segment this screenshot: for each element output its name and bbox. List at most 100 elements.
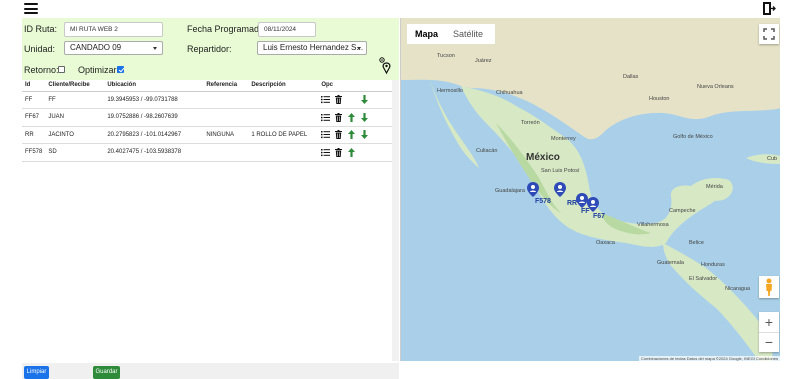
table-row[interactable]: FF67 JUAN 19.0752886 / -98.2607639: [22, 108, 392, 127]
map-terrain: [401, 18, 780, 361]
map-label-merida: Mérida: [706, 184, 723, 190]
tab-map[interactable]: Mapa: [407, 24, 445, 44]
map-label-hermosillo: Hermosillo: [437, 88, 463, 94]
map-label-guadalajara: Guadalajara: [495, 188, 525, 194]
arrow-down-icon[interactable]: [360, 95, 369, 105]
map-label-campeche: Campeche: [669, 208, 696, 214]
trash-icon[interactable]: [334, 130, 343, 140]
cell-descripcion: 1 ROLLO DE PAPEL: [248, 126, 319, 144]
map-label-dallas: Dallas: [623, 74, 639, 80]
arrow-up-icon[interactable]: [347, 112, 356, 122]
trash-icon[interactable]: [334, 147, 343, 157]
cell-descripcion: [248, 91, 319, 109]
marker-label: FF: [581, 208, 590, 215]
id-ruta-input[interactable]: MI RUTA WEB 2: [64, 22, 163, 37]
map-label-cuba: Cub: [767, 156, 778, 162]
cell-cliente: SD: [45, 143, 105, 162]
table-row[interactable]: FF578 SD 20.4027475 / -103.5938378: [22, 143, 392, 162]
limpiar-button[interactable]: Limpiar: [24, 366, 49, 379]
zoom-controls: + −: [759, 312, 779, 352]
guardar-button[interactable]: Guardar: [93, 366, 120, 379]
repartidor-select[interactable]: Luis Ernesto Hernandez S...: [257, 41, 367, 55]
cell-cliente: FF: [45, 91, 105, 109]
map-label-tucson: Tucson: [437, 53, 455, 59]
unidad-select[interactable]: CANDADO 09: [64, 41, 163, 55]
top-bar: [0, 0, 800, 18]
cell-options: [318, 143, 392, 162]
map-label-honduras: Honduras: [701, 262, 725, 268]
map-attribution[interactable]: Combinaciones de teclas Datos del mapa ©…: [638, 356, 780, 361]
cell-id: FF578: [22, 143, 46, 162]
cell-id: FF: [22, 91, 46, 109]
fullscreen-icon: [763, 28, 775, 40]
map-label-villahermosa: Villahermosa: [637, 222, 669, 228]
cell-options: [318, 108, 392, 127]
arrow-down-icon[interactable]: [360, 112, 369, 122]
retorno-checkbox[interactable]: [58, 66, 65, 73]
table-scrollbar[interactable]: [392, 80, 399, 361]
zoom-in-button[interactable]: +: [759, 312, 779, 332]
street-view-button[interactable]: [759, 276, 779, 298]
map-label-nueva-orleans: Nueva Orleans: [697, 84, 734, 90]
map-label-monterrey: Monterrey: [551, 136, 576, 142]
cell-id: RR: [22, 126, 46, 144]
map-label-nicaragua: Nicaragua: [725, 286, 751, 292]
repartidor-label: Repartidor:: [187, 44, 232, 54]
cell-referencia: [203, 108, 249, 127]
marker-label: F67: [593, 213, 606, 220]
trash-icon[interactable]: [334, 112, 343, 122]
route-marker-icon[interactable]: [527, 182, 539, 197]
action-bar: Limpiar Guardar: [22, 363, 399, 379]
map-label-mexico: México: [526, 152, 560, 163]
table-row[interactable]: RR JACINTO 20.2795823 / -101.0142967 NINGUN…: [22, 126, 392, 144]
arrow-down-icon[interactable]: [360, 130, 369, 140]
list-icon[interactable]: [321, 113, 331, 122]
map-view[interactable]: Mapa Satélite + − Tucson Juárez Chihuahu…: [400, 18, 780, 361]
cell-ubicacion: 19.0752886 / -98.2607639: [104, 108, 204, 127]
list-icon[interactable]: [321, 130, 331, 139]
map-label-san-luis: San Luis Potosí: [541, 168, 580, 174]
map-label-houston: Houston: [649, 96, 670, 102]
stops-table: Id Cliente/Recibe Ubicación Referencia D…: [22, 80, 392, 162]
map-label-torreon: Torreón: [521, 120, 540, 126]
col-descripcion: Descripción: [248, 80, 319, 92]
arrow-up-icon[interactable]: [347, 147, 356, 157]
list-icon[interactable]: [321, 148, 331, 157]
cell-referencia: [203, 91, 249, 109]
fecha-label: Fecha Programada:: [187, 24, 267, 34]
table-row[interactable]: FF FF 19.3945953 / -99.0731788: [22, 91, 392, 109]
cell-descripcion: [248, 143, 319, 162]
route-marker-icon[interactable]: [554, 182, 566, 197]
cell-cliente: JACINTO: [45, 126, 105, 144]
fecha-input[interactable]: 08/11/2024: [258, 22, 316, 37]
retorno-label: Retorno:: [24, 65, 59, 75]
col-referencia: Referencia: [203, 80, 249, 92]
table-header: Id Cliente/Recibe Ubicación Referencia D…: [22, 80, 392, 92]
trash-icon[interactable]: [334, 95, 343, 105]
route-form: ID Ruta: MI RUTA WEB 2 Fecha Programada:…: [22, 18, 399, 80]
cell-referencia: [203, 143, 249, 162]
map-label-culiacan: Culiacán: [476, 148, 498, 154]
cell-cliente: JUAN: [45, 108, 105, 127]
zoom-out-button[interactable]: −: [759, 332, 779, 352]
col-id: Id: [22, 80, 46, 92]
logout-icon[interactable]: [762, 1, 776, 16]
list-icon[interactable]: [321, 95, 331, 104]
location-pin-icon[interactable]: [378, 57, 392, 75]
map-label-juarez: Juárez: [475, 58, 492, 64]
optimizar-checkbox[interactable]: [117, 66, 124, 73]
fullscreen-button[interactable]: [759, 24, 779, 44]
unidad-label: Unidad:: [24, 44, 56, 54]
cell-options: [318, 91, 392, 109]
cell-referencia: NINGUNA: [203, 126, 249, 144]
map-label-el-salvador: El Salvador: [689, 276, 718, 282]
map-label-golfo: Golfo de México: [673, 134, 713, 140]
tab-satellite[interactable]: Satélite: [445, 24, 495, 44]
optimizar-label: Optimizar:: [78, 65, 120, 75]
route-panel: ID Ruta: MI RUTA WEB 2 Fecha Programada:…: [22, 18, 399, 379]
arrow-up-icon[interactable]: [347, 130, 356, 140]
pegman-icon: [766, 278, 772, 296]
menu-icon[interactable]: [24, 3, 38, 14]
cell-ubicacion: 19.3945953 / -99.0731788: [104, 91, 204, 109]
marker-label: RR: [567, 200, 578, 207]
